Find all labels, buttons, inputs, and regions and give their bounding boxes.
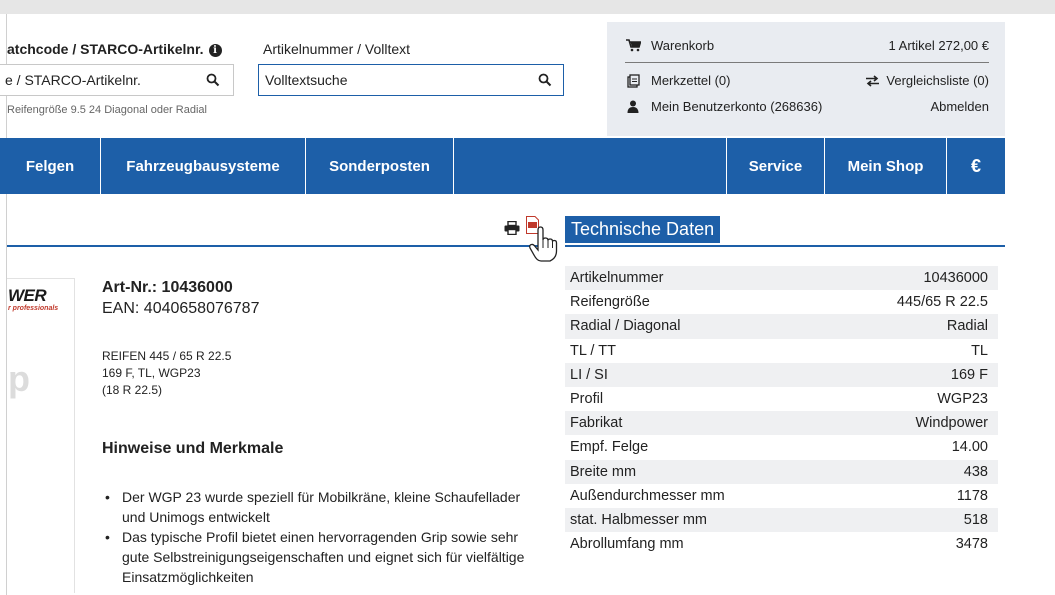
row-label: TL / TT xyxy=(570,342,616,359)
features-heading: Hinweise und Merkmale xyxy=(102,440,284,457)
product-divider xyxy=(7,245,557,247)
row-value: TL xyxy=(971,342,988,359)
table-row: Fabrikat Windpower xyxy=(565,411,998,436)
ean: EAN: 4040658076787 xyxy=(102,300,260,317)
feature-item: Das typische Profil bietet einen hervorr… xyxy=(102,527,542,587)
divider xyxy=(625,62,989,63)
table-row: stat. Halbmesser mm 518 xyxy=(565,507,998,533)
artikel-label: Artikelnummer / Volltext xyxy=(263,41,411,57)
description-line: REIFEN 445 / 65 R 22.5 xyxy=(102,349,232,363)
nav-sonderposten[interactable]: Sonderposten xyxy=(306,138,454,194)
user-icon xyxy=(625,100,641,114)
search-icon[interactable] xyxy=(538,73,552,87)
row-label: Profil xyxy=(570,391,604,408)
compare-icon xyxy=(866,74,880,87)
table-row: Radial / Diagonal Radial xyxy=(565,314,998,339)
row-label: Fabrikat xyxy=(570,415,623,432)
print-icon[interactable] xyxy=(504,221,520,235)
row-label: Empf. Felge xyxy=(570,439,649,456)
table-row: Außendurchmesser mm 1178 xyxy=(565,483,998,508)
row-value: 438 xyxy=(963,463,988,480)
hand-cursor-icon xyxy=(529,226,558,262)
compare-link[interactable]: Vergleichsliste (0) xyxy=(865,73,989,88)
lists-row: Merkzettel (0) Vergleichsliste (0) xyxy=(625,73,989,88)
compare-label[interactable]: Vergleichsliste (0) xyxy=(886,73,989,88)
brand-logo-tagline: r professionals xyxy=(8,305,59,312)
cart-icon xyxy=(625,39,641,53)
nav-currency[interactable]: € xyxy=(946,138,1005,194)
table-row: Abrollumfang mm 3478 xyxy=(565,532,998,557)
brand-logo: WER xyxy=(8,286,47,305)
table-row: LI / SI 169 F xyxy=(565,362,998,387)
tech-data-title: Technische Daten xyxy=(565,216,721,243)
fulltext-search-input[interactable] xyxy=(258,64,564,96)
row-value: 1178 xyxy=(956,487,988,504)
product-image-frame xyxy=(7,278,75,593)
search-icon[interactable] xyxy=(206,73,220,87)
cart-summary: 1 Artikel 272,00 € xyxy=(888,38,989,53)
cart-label[interactable]: Warenkorb xyxy=(651,38,714,53)
main-nav: Felgen Fahrzeugbausysteme Sonderposten S… xyxy=(0,138,1005,194)
row-label: stat. Halbmesser mm xyxy=(570,511,707,528)
notepad-icon xyxy=(625,73,641,88)
logout-link[interactable]: Abmelden xyxy=(930,99,989,114)
row-value: 518 xyxy=(963,511,988,528)
matchcode-label: atchcode / STARCO-Artikelnr. i xyxy=(7,41,222,57)
info-icon[interactable]: i xyxy=(208,44,222,57)
article-number: Art-Nr.: 10436000 xyxy=(102,279,233,296)
user-row: Mein Benutzerkonto (268636) Abmelden xyxy=(625,99,989,114)
row-label: LI / SI xyxy=(570,366,608,383)
account-link[interactable]: Mein Benutzerkonto (268636) xyxy=(651,99,822,114)
cart-row[interactable]: Warenkorb 1 Artikel 272,00 € xyxy=(625,38,989,53)
merkzettel-link[interactable]: Merkzettel (0) xyxy=(651,73,730,88)
feature-item: Der WGP 23 wurde speziell für Mobilkräne… xyxy=(102,487,542,527)
row-label: Reifengröße xyxy=(570,294,650,311)
row-value: 445/65 R 22.5 xyxy=(896,294,988,311)
row-value: 10436000 xyxy=(923,270,988,287)
row-value: Radial xyxy=(946,318,988,335)
row-label: Artikelnummer xyxy=(570,270,664,287)
nav-fahrzeugbausysteme[interactable]: Fahrzeugbausysteme xyxy=(101,138,306,194)
product-image-fragment: p xyxy=(8,358,30,399)
row-value: 169 F xyxy=(950,366,988,383)
description-line: (18 R 22.5) xyxy=(102,383,163,397)
row-value: 14.00 xyxy=(951,439,988,456)
top-strip xyxy=(0,0,1055,14)
table-row: Artikelnummer 10436000 xyxy=(565,266,998,291)
matchcode-input[interactable] xyxy=(0,64,234,96)
table-row: Empf. Felge 14.00 xyxy=(565,435,998,460)
nav-felgen[interactable]: Felgen xyxy=(0,138,101,194)
nav-service[interactable]: Service xyxy=(726,138,824,194)
row-label: Abrollumfang mm xyxy=(570,536,684,553)
row-value: 3478 xyxy=(955,536,988,553)
search-hint: Reifengröße 9.5 24 Diagonal oder Radial xyxy=(7,104,207,116)
features-list: Der WGP 23 wurde speziell für Mobilkräne… xyxy=(102,487,542,587)
row-value: Windpower xyxy=(915,415,988,432)
table-row: Profil WGP23 xyxy=(565,386,998,412)
table-row: Reifengröße 445/65 R 22.5 xyxy=(565,290,998,315)
nav-mein-shop[interactable]: Mein Shop xyxy=(824,138,946,194)
row-label: Radial / Diagonal xyxy=(570,318,681,335)
row-label: Außendurchmesser mm xyxy=(570,487,725,504)
table-row: TL / TT TL xyxy=(565,338,998,363)
tech-data-divider xyxy=(565,245,1005,247)
description-line: 169 F, TL, WGP23 xyxy=(102,366,201,380)
tech-data-table: Artikelnummer 10436000 Reifengröße 445/65 … xyxy=(565,266,998,557)
row-value: WGP23 xyxy=(937,391,988,408)
row-label: Breite mm xyxy=(570,463,637,480)
account-box: Warenkorb 1 Artikel 272,00 € Merkzettel … xyxy=(607,22,1005,136)
table-row: Breite mm 438 xyxy=(565,459,998,484)
